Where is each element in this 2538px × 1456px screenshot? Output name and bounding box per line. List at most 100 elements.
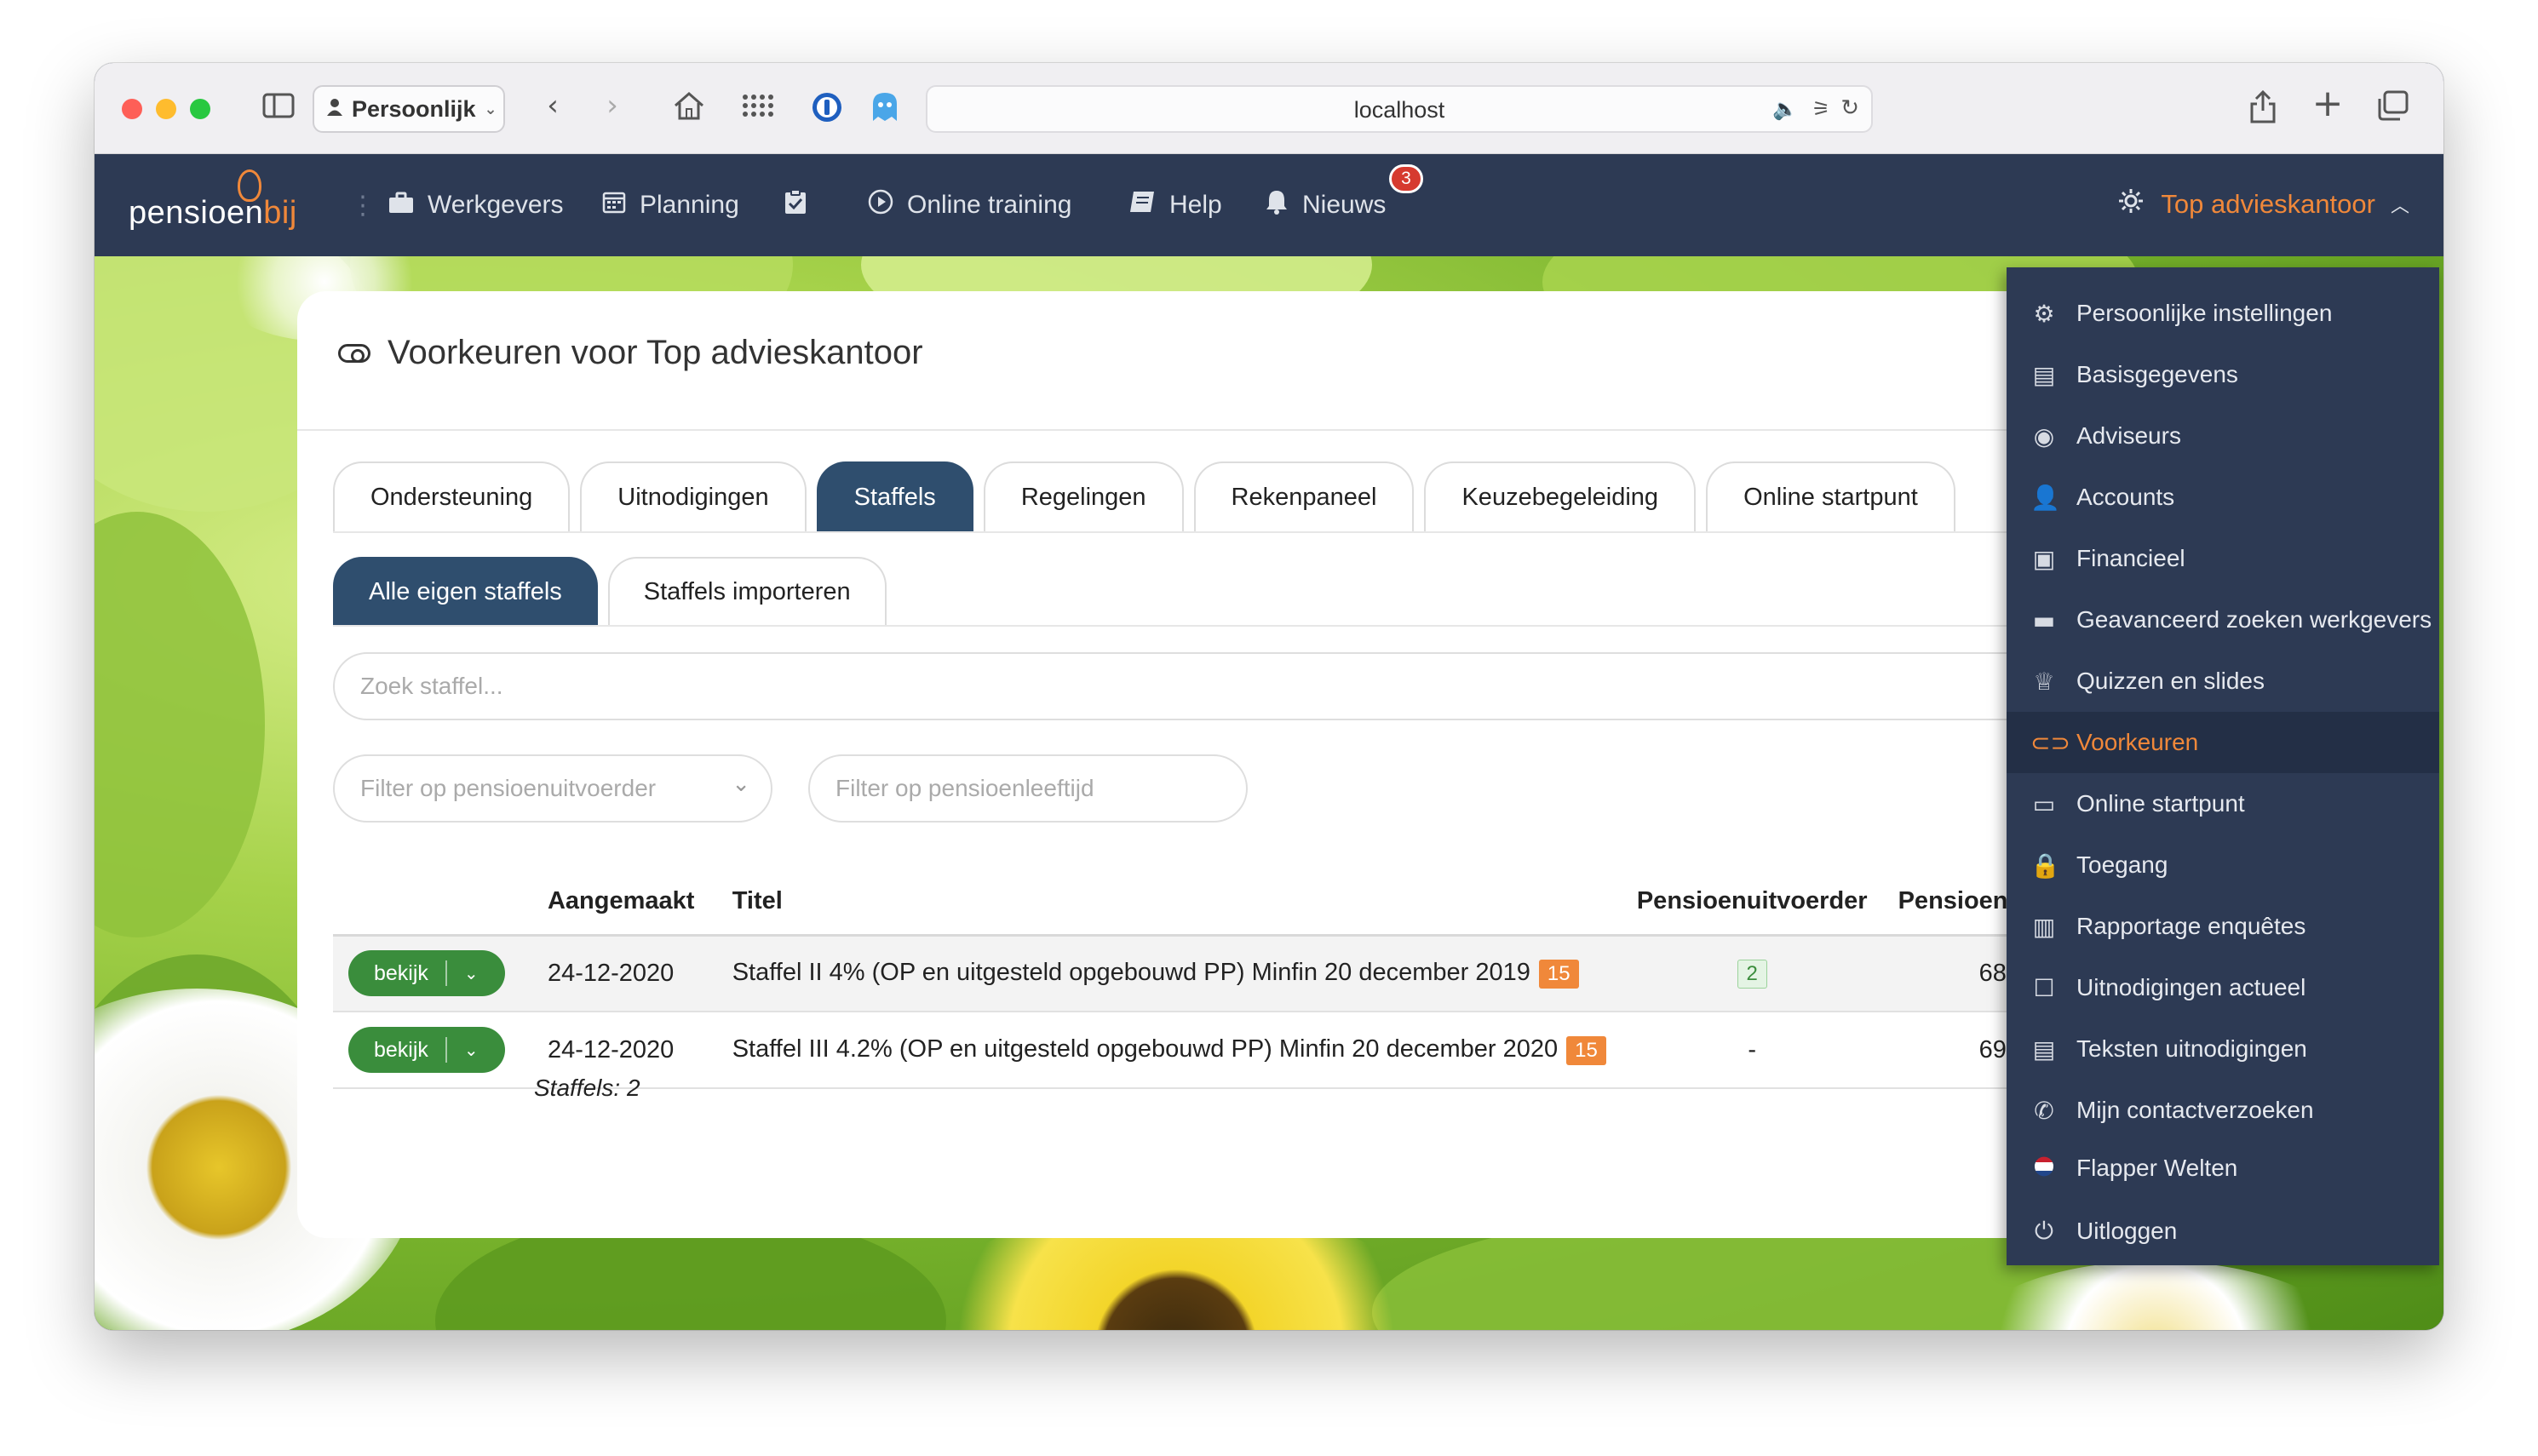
menu-item-rapportage-enquetes[interactable]: ▥ Rapportage enquêtes — [2007, 896, 2439, 957]
zoom-window-button[interactable] — [190, 99, 210, 119]
nav-online-training[interactable]: Online training — [868, 186, 1071, 224]
nav-help[interactable]: Help — [1128, 186, 1222, 224]
nav-planning[interactable]: Planning — [602, 186, 739, 224]
logo[interactable]: pensioenbij — [129, 195, 297, 232]
menu-item-label: Online startpunt — [2076, 790, 2245, 817]
gear-icon — [2116, 186, 2145, 222]
nav-label: Werkgevers — [428, 191, 564, 219]
menu-item-accounts[interactable]: 👤 Accounts — [2007, 467, 2439, 528]
bekijk-button[interactable]: bekijk ⌄ — [348, 1027, 505, 1073]
menu-item-financieel[interactable]: ▣ Financieel — [2007, 528, 2439, 589]
tab-uitnodigingen[interactable]: Uitnodigingen — [580, 461, 807, 531]
menu-item-toegang[interactable]: 🔒 Toegang — [2007, 834, 2439, 896]
menu-item-voorkeuren[interactable]: ⊂⊃ Voorkeuren — [2007, 712, 2439, 773]
lock-icon: 🔒 — [2030, 851, 2060, 880]
close-window-button[interactable] — [122, 99, 142, 119]
chevron-down-icon: ⌄ — [732, 771, 750, 797]
address-bar[interactable]: localhost 🔈 ⚞ ↻ — [926, 85, 1873, 133]
ghost-extension-icon[interactable] — [866, 90, 904, 132]
tab-ondersteuning[interactable]: Ondersteuning — [333, 461, 571, 531]
column-header-pensioenuitvoerder[interactable]: Pensioenuitvoerder — [1621, 868, 1883, 937]
menu-item-label: Uitnodigingen actueel — [2076, 974, 2306, 1000]
menu-item-label: Voorkeuren — [2076, 729, 2199, 755]
tab-overview-icon[interactable] — [2374, 90, 2411, 129]
chevron-down-icon[interactable]: ⌄ — [464, 963, 479, 983]
chevron-up-icon: ︿ — [2390, 196, 2409, 217]
subtab-staffels-importeren[interactable]: Staffels importeren — [607, 557, 887, 625]
subtab-alle-eigen-staffels[interactable]: Alle eigen staffels — [333, 557, 598, 625]
nav-werkgevers[interactable]: Werkgevers — [388, 186, 564, 224]
menu-item-mijn-contactverzoeken[interactable]: ✆ Mijn contactverzoeken — [2007, 1080, 2439, 1141]
account-dropdown-menu: ⚙ Persoonlijke instellingen ▤ Basisgegeven… — [2007, 267, 2439, 1265]
menu-item-quizzen-en-slides[interactable]: ♕ Quizzen en slides — [2007, 651, 2439, 712]
tab-regelingen[interactable]: Regelingen — [983, 461, 1184, 531]
grid-apps-icon[interactable] — [738, 92, 776, 126]
menu-item-label: Geavanceerd zoeken werkgevers — [2076, 606, 2432, 633]
menu-item-label: Basisgegevens — [2076, 361, 2238, 387]
menu-item-uitnodigingen-actueel[interactable]: ☐ Uitnodigingen actueel — [2007, 957, 2439, 1018]
page-title: Voorkeuren voor Top advieskantoor — [338, 334, 923, 372]
nav-tasks[interactable] — [784, 186, 807, 224]
divider — [297, 429, 2103, 431]
tab-keuzebegeleiding[interactable]: Keuzebegeleiding — [1424, 461, 1697, 531]
power-icon: ⏻ — [2034, 1217, 2054, 1245]
tab-rekenpaneel[interactable]: Rekenpaneel — [1193, 461, 1415, 531]
column-header-aangemaakt[interactable]: Aangemaakt — [531, 868, 717, 937]
forward-button[interactable]: › — [597, 89, 628, 123]
briefcase-icon: ▬ — [2032, 605, 2056, 634]
staffels-subtabs: Alle eigen staffels Staffels importeren — [333, 557, 887, 625]
new-tab-icon[interactable]: + — [2309, 85, 2346, 123]
profile-button[interactable]: Persoonlijk ⌄ — [313, 85, 505, 133]
menu-item-flapper-welten[interactable]: Flapper Welten — [2007, 1138, 2439, 1199]
tabs-divider — [333, 531, 2103, 533]
menu-item-label: Persoonlijke instellingen — [2076, 300, 2333, 326]
chevron-down-icon[interactable]: ⌄ — [464, 1040, 479, 1060]
bee-logo-icon — [238, 169, 261, 202]
text-document-icon: ▤ — [2032, 1035, 2056, 1063]
briefcase-icon — [388, 191, 414, 221]
speaker-icon[interactable]: 🔈 — [1772, 97, 1798, 121]
account-menu-toggle[interactable]: Top advieskantoor ︿ — [2116, 186, 2409, 222]
staffel-title: Staffel III 4.2% (OP en uitgesteld opgeb… — [732, 1035, 1559, 1063]
button-separator — [445, 960, 447, 987]
bekijk-button[interactable]: bekijk ⌄ — [348, 950, 505, 997]
menu-item-label: Financieel — [2076, 545, 2185, 571]
filter-pensioenleeftijd-input[interactable]: Filter op pensioenleeftijd — [808, 754, 1248, 823]
menu-item-online-startpunt[interactable]: ▭ Online startpunt — [2007, 773, 2439, 834]
chart-board-icon: ▥ — [2032, 912, 2056, 941]
password-manager-icon[interactable] — [808, 90, 846, 132]
person-icon — [326, 96, 343, 123]
menu-item-geavanceerd-zoeken-werkgevers[interactable]: ▬ Geavanceerd zoeken werkgevers — [2007, 589, 2439, 651]
menu-item-teksten-uitnodigingen[interactable]: ▤ Teksten uitnodigingen — [2007, 1018, 2439, 1080]
menu-item-adviseurs[interactable]: ◉ Adviseurs — [2007, 405, 2439, 467]
sidebar-toggle-icon[interactable] — [261, 92, 296, 126]
nav-label: Online training — [907, 191, 1072, 219]
menu-item-label: Adviseurs — [2076, 422, 2181, 449]
reload-icon[interactable]: ↻ — [1840, 95, 1859, 121]
calendar-icon — [602, 190, 626, 221]
menu-item-basisgegevens[interactable]: ▤ Basisgegevens — [2007, 344, 2439, 405]
user-icon: 👤 — [2030, 483, 2060, 512]
filter-placeholder: Filter op pensioenuitvoerder — [360, 775, 657, 801]
share-icon[interactable] — [2244, 89, 2282, 132]
back-button[interactable]: ‹ — [537, 89, 568, 123]
search-staffel-input[interactable]: Zoek staffel... — [333, 652, 2207, 720]
nav-menu-dots-icon[interactable]: ⋮ — [350, 186, 376, 224]
nav-nieuws[interactable]: Nieuws — [1265, 186, 1386, 224]
filter-pensioenuitvoerder-select[interactable]: Filter op pensioenuitvoerder ⌄ — [333, 754, 772, 823]
column-header — [333, 868, 532, 937]
play-circle-icon — [868, 189, 893, 221]
translate-icon[interactable]: ⚞ — [1812, 97, 1830, 121]
menu-item-persoonlijke-instellingen[interactable]: ⚙ Persoonlijke instellingen — [2007, 283, 2439, 344]
wallet-icon: ▣ — [2032, 544, 2056, 573]
news-count-badge: 3 — [1389, 164, 1423, 193]
home-icon[interactable] — [670, 90, 708, 129]
menu-item-uitloggen[interactable]: ⏻ Uitloggen — [2007, 1201, 2439, 1262]
minimize-window-button[interactable] — [156, 99, 176, 119]
menu-item-label: Mijn contactverzoeken — [2076, 1097, 2314, 1123]
tab-online-startpunt[interactable]: Online startpunt — [1706, 461, 1955, 531]
tab-staffels[interactable]: Staffels — [816, 461, 973, 531]
preferences-panel: Voorkeuren voor Top advieskantoor Onders… — [297, 291, 2207, 1238]
bekijk-label: bekijk — [374, 960, 428, 985]
column-header-titel[interactable]: Titel — [716, 868, 1622, 937]
